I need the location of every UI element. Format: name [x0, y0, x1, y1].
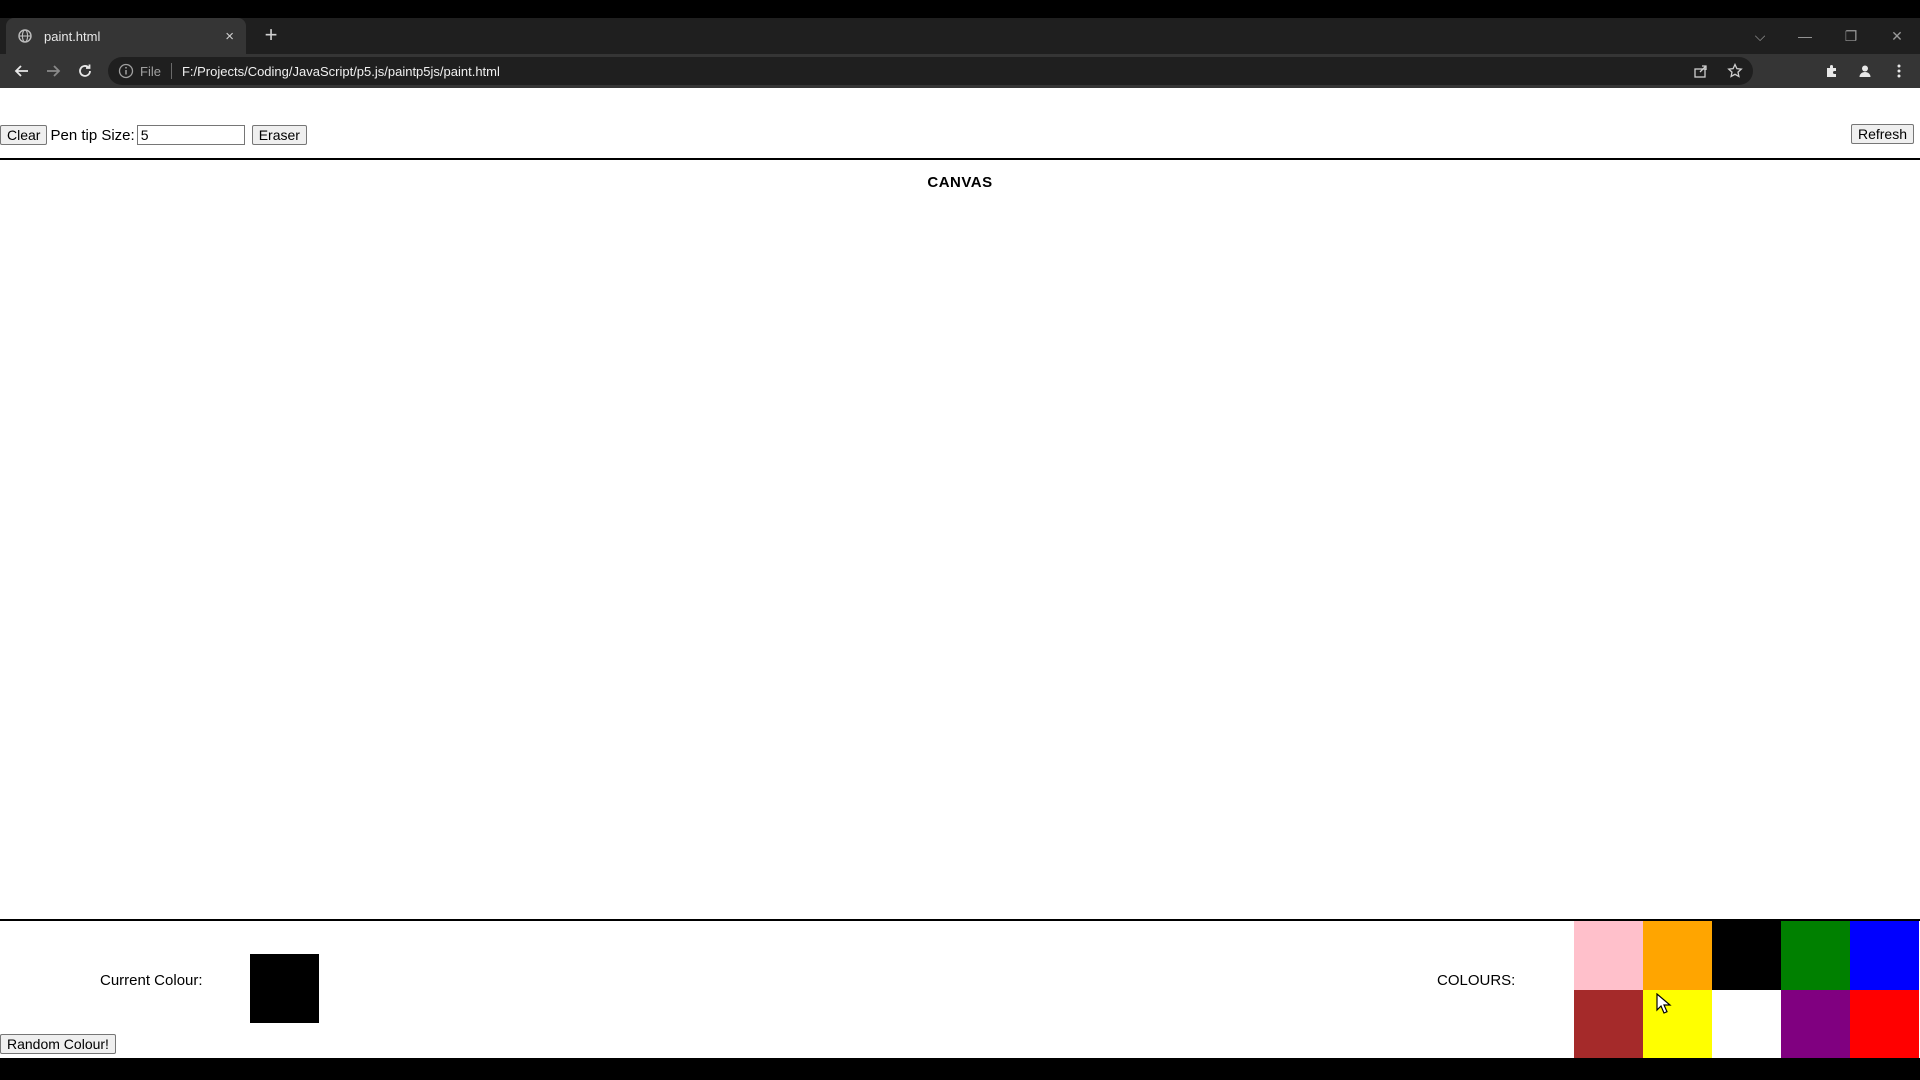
- browser-tab[interactable]: paint.html ×: [6, 18, 246, 54]
- colour-palette: [1574, 921, 1920, 1058]
- top-controls: Clear Pen tip Size: Eraser: [0, 125, 307, 145]
- swatch-white[interactable]: [1712, 989, 1781, 1058]
- profile-avatar-icon[interactable]: [1855, 61, 1875, 81]
- minimize-button[interactable]: —: [1782, 18, 1828, 54]
- eraser-button[interactable]: Eraser: [251, 125, 307, 145]
- page-viewport: Clear Pen tip Size: Eraser Refresh CANVA…: [0, 88, 1920, 1058]
- close-window-button[interactable]: ✕: [1874, 18, 1920, 54]
- tab-close-icon[interactable]: ×: [225, 28, 234, 45]
- current-colour-swatch: [250, 954, 319, 1023]
- random-colour-button[interactable]: Random Colour!: [0, 1034, 116, 1054]
- tab-search-icon[interactable]: ⌵: [1737, 18, 1783, 54]
- reload-icon[interactable]: [73, 59, 97, 83]
- address-separator: [170, 63, 172, 79]
- clear-button[interactable]: Clear: [0, 125, 48, 145]
- extensions-puzzle-icon[interactable]: [1822, 61, 1842, 81]
- swatch-red[interactable]: [1850, 989, 1919, 1058]
- drawing-canvas[interactable]: CANVAS: [0, 160, 1920, 919]
- info-icon[interactable]: [118, 63, 134, 79]
- globe-icon: [18, 29, 32, 43]
- swatch-green[interactable]: [1781, 921, 1850, 990]
- current-colour-label: Current Colour:: [100, 972, 203, 989]
- pen-size-input[interactable]: [136, 125, 245, 145]
- colours-label: COLOURS:: [1437, 972, 1516, 989]
- mouse-cursor-icon: [1656, 992, 1672, 1015]
- new-tab-button[interactable]: +: [259, 24, 283, 48]
- address-bar[interactable]: File F:/Projects/Coding/JavaScript/p5.js…: [108, 57, 1753, 85]
- refresh-button[interactable]: Refresh: [1850, 124, 1914, 144]
- swatch-brown[interactable]: [1574, 989, 1643, 1058]
- url-text[interactable]: F:/Projects/Coding/JavaScript/p5.js/pain…: [182, 64, 500, 79]
- swatch-pink[interactable]: [1574, 921, 1643, 990]
- pen-size-label: Pen tip Size:: [50, 126, 135, 144]
- bookmark-star-icon[interactable]: [1725, 61, 1745, 81]
- share-icon[interactable]: [1691, 61, 1711, 81]
- swatch-orange[interactable]: [1643, 921, 1712, 990]
- tab-title: paint.html: [44, 28, 101, 44]
- url-scheme: File: [140, 63, 161, 79]
- swatch-yellow[interactable]: [1643, 989, 1712, 1058]
- swatch-purple[interactable]: [1781, 989, 1850, 1058]
- restore-button[interactable]: ❐: [1828, 18, 1874, 54]
- back-arrow-icon[interactable]: [10, 59, 34, 83]
- screen: paint.html × + ⌵ — ❐ ✕ File F:/Projects/…: [0, 0, 1920, 1080]
- swatch-blue[interactable]: [1850, 921, 1919, 990]
- forward-arrow-icon[interactable]: [41, 59, 65, 83]
- kebab-menu-icon[interactable]: [1889, 61, 1909, 81]
- colour-bar: Current Colour: Random Colour! COLOURS:: [0, 921, 1920, 1058]
- browser-tab-strip: paint.html × + ⌵ — ❐ ✕: [0, 18, 1920, 54]
- swatch-black[interactable]: [1712, 921, 1781, 990]
- canvas-heading: CANVAS: [927, 174, 993, 191]
- browser-toolbar: File F:/Projects/Coding/JavaScript/p5.js…: [0, 54, 1920, 88]
